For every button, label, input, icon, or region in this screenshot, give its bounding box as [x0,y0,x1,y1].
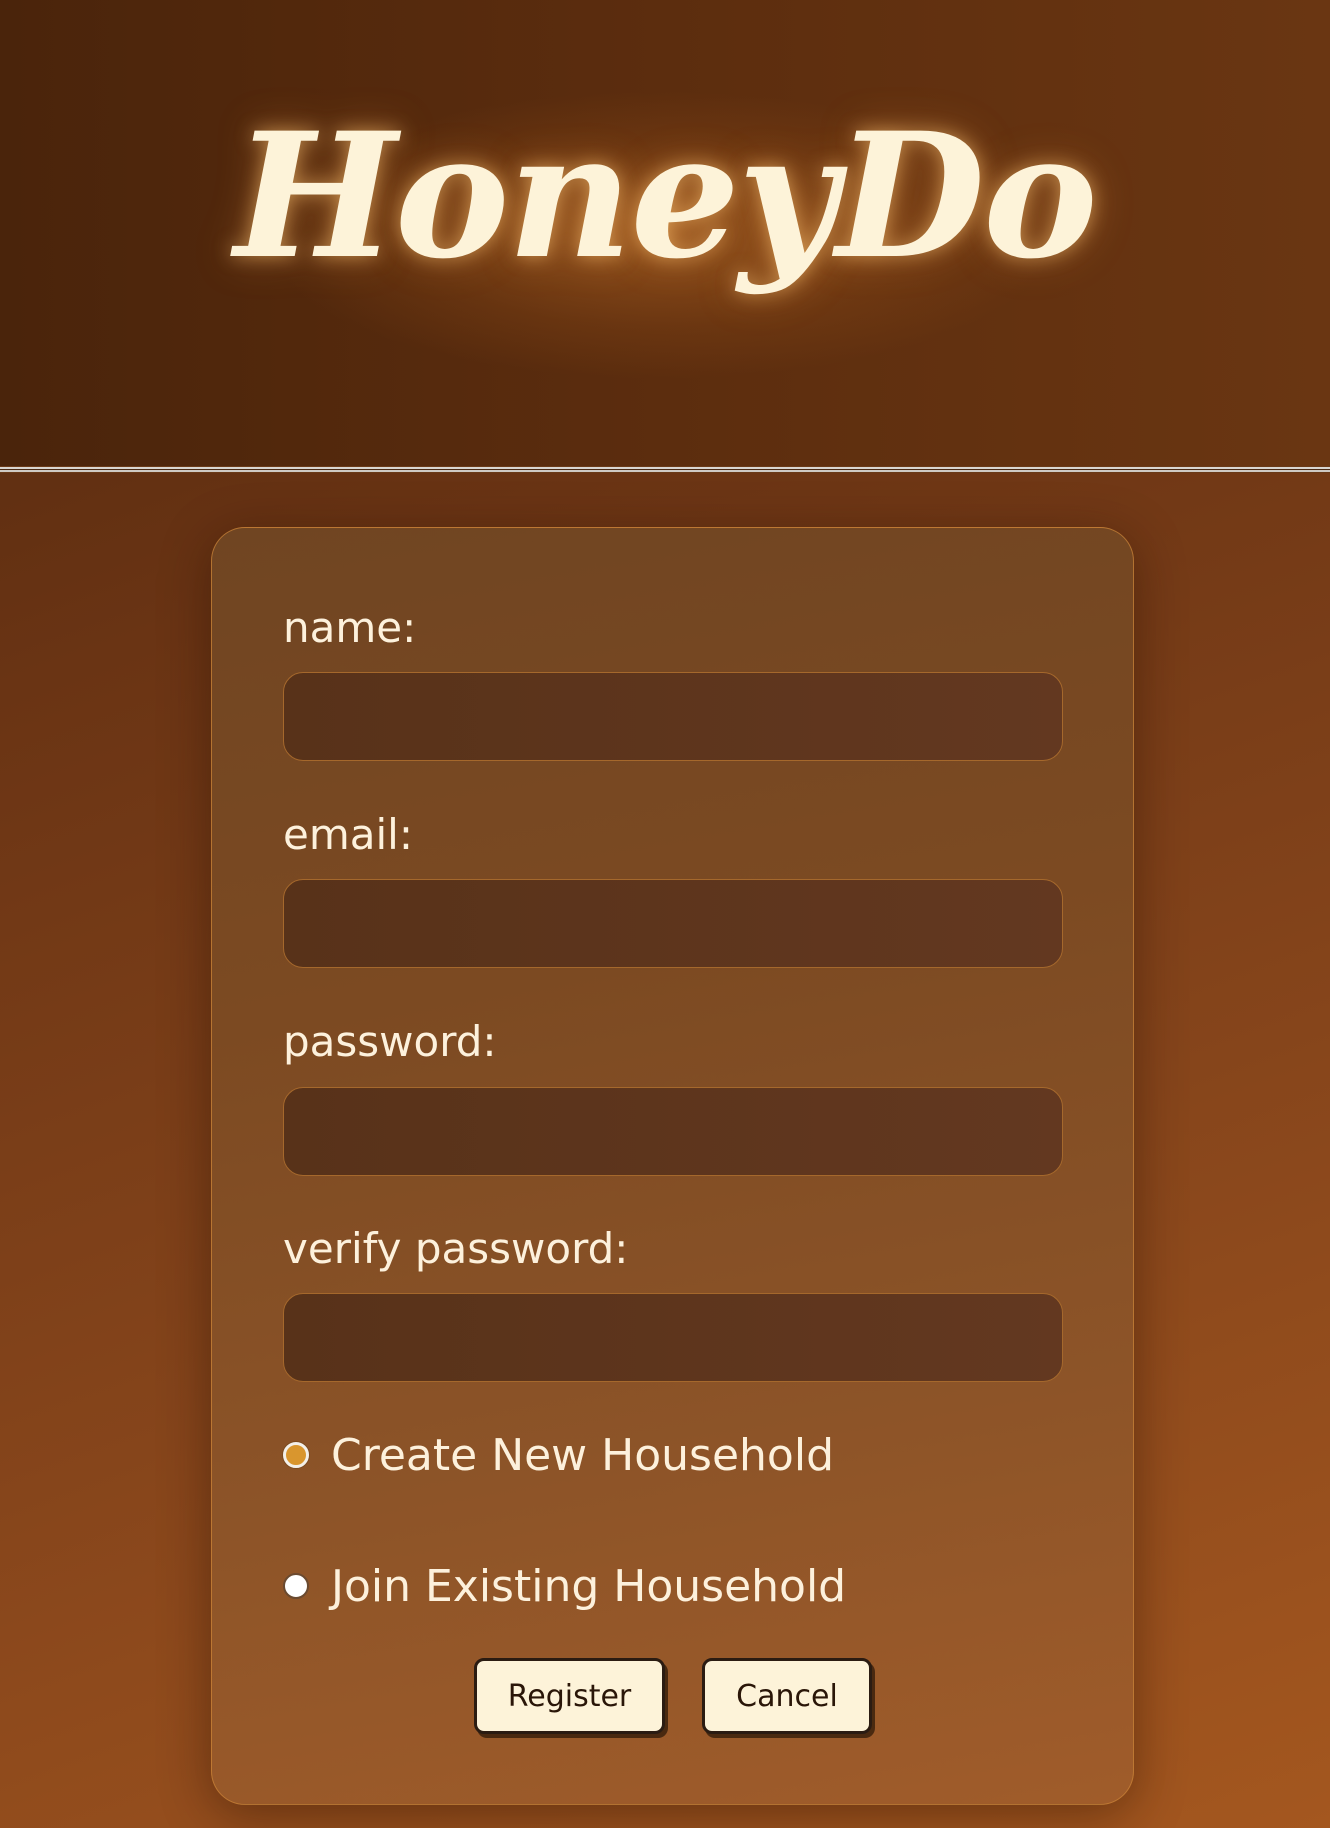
name-label: name: [283,603,417,652]
join-household-radio[interactable] [283,1573,309,1599]
cancel-button[interactable]: Cancel [702,1658,872,1734]
create-household-radio[interactable] [283,1442,309,1468]
join-household-option[interactable]: Join Existing Household [283,1560,847,1612]
verify-password-label: verify password: [283,1224,629,1273]
password-input[interactable] [283,1087,1063,1176]
register-button[interactable]: Register [474,1658,665,1734]
header-divider [0,466,1330,473]
name-input[interactable] [283,672,1063,761]
join-household-label: Join Existing Household [331,1560,847,1612]
create-household-option[interactable]: Create New Household [283,1429,834,1481]
header-banner: HoneyDo [0,0,1330,468]
password-label: password: [283,1017,497,1066]
create-household-label: Create New Household [331,1429,834,1481]
email-label: email: [283,810,413,859]
verify-password-input[interactable] [283,1293,1063,1382]
email-input[interactable] [283,879,1063,968]
app-logo: HoneyDo [234,94,1098,297]
